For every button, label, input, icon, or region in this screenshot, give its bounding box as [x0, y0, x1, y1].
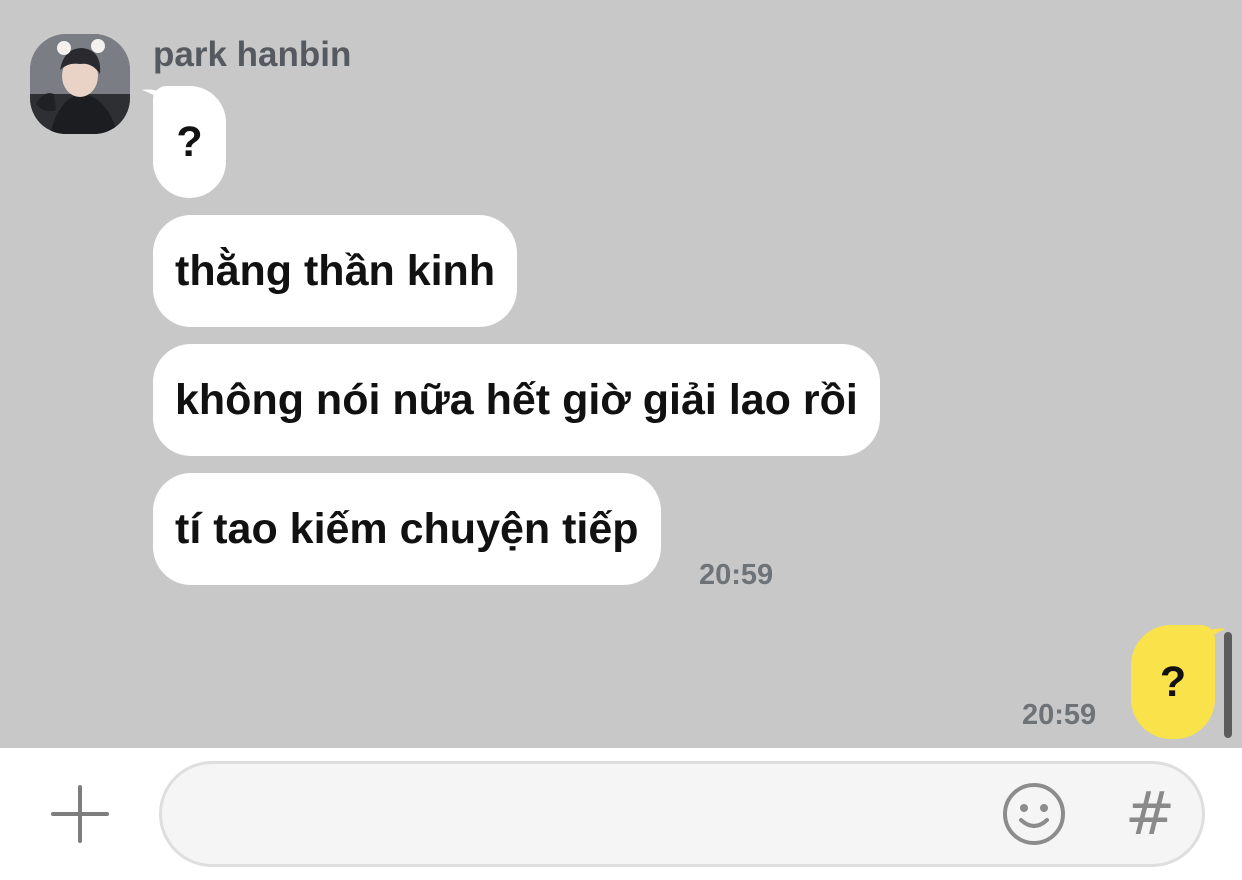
- hashtag-button[interactable]: #: [1114, 776, 1186, 852]
- message-timestamp: 20:59: [1022, 699, 1097, 731]
- message-input-bar: #: [0, 748, 1242, 880]
- scrollbar[interactable]: [1224, 632, 1232, 738]
- sender-avatar[interactable]: [30, 34, 130, 134]
- received-message[interactable]: thằng thần kinh: [153, 215, 518, 327]
- chat-window: park hanbin ? thằng thần kinh không nói …: [0, 0, 1242, 880]
- bubble-tail: [1198, 628, 1226, 655]
- received-message[interactable]: tí tao kiếm chuyện tiếp: [153, 473, 661, 585]
- sender-name: park hanbin: [153, 35, 352, 74]
- received-message[interactable]: không nói nữa hết giờ giải lao rồi: [153, 344, 880, 456]
- message-timestamp: 20:59: [699, 559, 774, 591]
- received-message[interactable]: ?: [153, 86, 226, 198]
- smiley-icon: [1003, 783, 1065, 845]
- message-input-field[interactable]: #: [159, 761, 1205, 867]
- plus-icon: [51, 785, 109, 843]
- message-list[interactable]: park hanbin ? thằng thần kinh không nói …: [0, 0, 1242, 748]
- message-input[interactable]: [198, 788, 982, 842]
- add-attachment-button[interactable]: [44, 778, 116, 850]
- avatar-photo: [30, 34, 130, 134]
- emoji-button[interactable]: [1000, 780, 1068, 848]
